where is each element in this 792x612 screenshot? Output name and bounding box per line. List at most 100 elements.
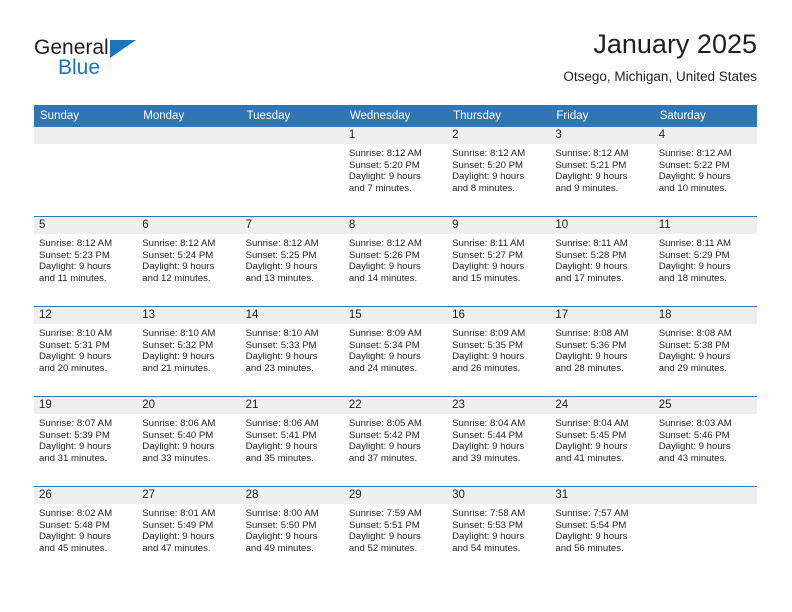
sun-info: Sunrise: 8:12 AM Sunset: 5:21 PM Daylight:…: [550, 144, 653, 194]
daylight-duration-line1: Daylight: 9 hours: [245, 351, 318, 363]
sun-info: Sunrise: 8:11 AM Sunset: 5:29 PM Daylight:…: [654, 234, 757, 284]
calendar-day-cell[interactable]: 10 Sunrise: 8:11 AM Sunset: 5:28 PM Dayligh…: [550, 216, 654, 307]
calendar-day-cell[interactable]: 27 Sunrise: 8:01 AM Sunset: 5:49 PM Dayligh…: [137, 486, 241, 576]
daylight-duration-line1: Daylight: 9 hours: [452, 441, 525, 453]
sunrise-time: Sunrise: 8:11 AM: [555, 238, 628, 249]
day-cell-content: 25 Sunrise: 8:03 AM Sunset: 5:46 PM Dayligh…: [653, 397, 757, 486]
day-cell-content: 1 Sunrise: 8:12 AM Sunset: 5:20 PM Daylight…: [343, 127, 448, 216]
calendar-day-cell[interactable]: 13 Sunrise: 8:10 AM Sunset: 5:32 PM Dayligh…: [137, 306, 241, 397]
calendar-day-cell: [653, 486, 757, 576]
calendar-day-cell[interactable]: 18 Sunrise: 8:08 AM Sunset: 5:38 PM Dayligh…: [653, 306, 757, 397]
sunrise-time: Sunrise: 8:06 AM: [245, 418, 319, 429]
calendar-day-cell[interactable]: 12 Sunrise: 8:10 AM Sunset: 5:31 PM Dayligh…: [34, 306, 138, 397]
day-cell-content: 10 Sunrise: 8:11 AM Sunset: 5:28 PM Dayligh…: [550, 217, 654, 306]
calendar-day-cell[interactable]: 24 Sunrise: 8:04 AM Sunset: 5:45 PM Dayligh…: [550, 396, 654, 487]
day-number: 3: [550, 127, 654, 144]
sun-info: Sunrise: 8:12 AM Sunset: 5:25 PM Daylight:…: [241, 234, 344, 284]
calendar-day-cell[interactable]: 22 Sunrise: 8:05 AM Sunset: 5:42 PM Dayligh…: [343, 396, 448, 487]
calendar-day-cell[interactable]: 6 Sunrise: 8:12 AM Sunset: 5:24 PM Daylight…: [137, 216, 241, 307]
sun-info: Sunrise: 8:12 AM Sunset: 5:20 PM Daylight:…: [447, 144, 550, 194]
daylight-duration-line1: Daylight: 9 hours: [348, 441, 421, 453]
sunset-time: Sunset: 5:25 PM: [245, 249, 317, 261]
sunset-time: Sunset: 5:41 PM: [245, 429, 317, 441]
sunrise-time: Sunrise: 8:04 AM: [555, 418, 629, 429]
calendar-day-cell[interactable]: 7 Sunrise: 8:12 AM Sunset: 5:25 PM Daylight…: [240, 216, 344, 307]
weekday-header-thursday: Thursday: [447, 105, 551, 127]
daylight-duration-line2: and 35 minutes.: [245, 452, 314, 464]
calendar-day-cell[interactable]: 23 Sunrise: 8:04 AM Sunset: 5:44 PM Dayligh…: [447, 396, 551, 487]
day-number: 18: [653, 307, 757, 324]
day-number: 29: [343, 487, 448, 504]
calendar-day-cell[interactable]: 29 Sunrise: 7:59 AM Sunset: 5:51 PM Dayligh…: [343, 486, 448, 576]
daylight-duration-line1: Daylight: 9 hours: [245, 441, 318, 453]
day-number: 14: [240, 307, 344, 324]
general-blue-logo[interactable]: General Blue: [34, 36, 234, 92]
calendar-day-cell[interactable]: 4 Sunrise: 8:12 AM Sunset: 5:22 PM Daylight…: [653, 127, 757, 217]
calendar-day-cell[interactable]: 11 Sunrise: 8:11 AM Sunset: 5:29 PM Dayligh…: [653, 216, 757, 307]
sun-info: Sunrise: 7:57 AM Sunset: 5:54 PM Daylight:…: [550, 504, 653, 554]
day-number: 7: [240, 217, 344, 234]
day-cell-content: [137, 127, 241, 216]
calendar-day-cell[interactable]: 28 Sunrise: 8:00 AM Sunset: 5:50 PM Dayligh…: [240, 486, 344, 576]
day-number: 20: [137, 397, 241, 414]
day-cell-content: 18 Sunrise: 8:08 AM Sunset: 5:38 PM Dayligh…: [653, 307, 757, 396]
day-cell-content: 3 Sunrise: 8:12 AM Sunset: 5:21 PM Daylight…: [550, 127, 654, 216]
daylight-duration-line2: and 9 minutes.: [555, 182, 619, 194]
sun-info: Sunrise: 8:03 AM Sunset: 5:46 PM Daylight:…: [654, 414, 757, 464]
calendar-day-cell[interactable]: 21 Sunrise: 8:06 AM Sunset: 5:41 PM Dayligh…: [240, 396, 344, 487]
day-number: 9: [447, 217, 551, 234]
page-header: General Blue January 2025 Otsego, Michig…: [34, 28, 757, 98]
calendar-day-cell[interactable]: 9 Sunrise: 8:11 AM Sunset: 5:27 PM Daylight…: [447, 216, 551, 307]
calendar-day-cell[interactable]: 25 Sunrise: 8:03 AM Sunset: 5:46 PM Dayligh…: [653, 396, 757, 487]
sunset-time: Sunset: 5:54 PM: [555, 519, 627, 531]
daylight-duration-line1: Daylight: 9 hours: [348, 261, 421, 273]
day-cell-content: [653, 487, 757, 576]
sun-info: Sunrise: 8:09 AM Sunset: 5:35 PM Daylight:…: [447, 324, 550, 374]
calendar-day-cell[interactable]: 14 Sunrise: 8:10 AM Sunset: 5:33 PM Dayligh…: [240, 306, 344, 397]
logo-text-blue: Blue: [58, 56, 101, 79]
day-cell-content: 22 Sunrise: 8:05 AM Sunset: 5:42 PM Dayligh…: [343, 397, 448, 486]
calendar-day-cell[interactable]: 26 Sunrise: 8:02 AM Sunset: 5:48 PM Dayligh…: [34, 486, 138, 576]
sunset-time: Sunset: 5:40 PM: [142, 429, 214, 441]
calendar-day-cell[interactable]: 19 Sunrise: 8:07 AM Sunset: 5:39 PM Dayligh…: [34, 396, 138, 487]
daylight-duration-line1: Daylight: 9 hours: [245, 531, 318, 543]
daylight-duration-line2: and 7 minutes.: [348, 182, 412, 194]
calendar-day-cell[interactable]: 16 Sunrise: 8:09 AM Sunset: 5:35 PM Dayligh…: [447, 306, 551, 397]
calendar-day-cell[interactable]: 30 Sunrise: 7:58 AM Sunset: 5:53 PM Dayligh…: [447, 486, 551, 576]
sunrise-time: Sunrise: 8:12 AM: [555, 148, 629, 159]
day-number: 30: [447, 487, 551, 504]
daylight-duration-line1: Daylight: 9 hours: [452, 261, 525, 273]
calendar-day-cell[interactable]: 3 Sunrise: 8:12 AM Sunset: 5:21 PM Daylight…: [550, 127, 654, 217]
sunset-time: Sunset: 5:46 PM: [658, 429, 730, 441]
sun-info: Sunrise: 8:09 AM Sunset: 5:34 PM Daylight:…: [344, 324, 447, 374]
weekday-header-wednesday: Wednesday: [343, 105, 448, 127]
day-cell-content: 29 Sunrise: 7:59 AM Sunset: 5:51 PM Dayligh…: [343, 487, 448, 576]
day-cell-content: 9 Sunrise: 8:11 AM Sunset: 5:27 PM Daylight…: [447, 217, 551, 306]
calendar-day-cell[interactable]: 2 Sunrise: 8:12 AM Sunset: 5:20 PM Daylight…: [447, 127, 551, 217]
calendar-day-cell[interactable]: 15 Sunrise: 8:09 AM Sunset: 5:34 PM Dayligh…: [343, 306, 448, 397]
daylight-duration-line2: and 52 minutes.: [348, 542, 418, 554]
daylight-duration-line2: and 20 minutes.: [39, 362, 108, 374]
calendar-day-cell[interactable]: 8 Sunrise: 8:12 AM Sunset: 5:26 PM Daylight…: [343, 216, 448, 307]
sunset-time: Sunset: 5:26 PM: [348, 249, 420, 261]
calendar-day-cell[interactable]: 31 Sunrise: 7:57 AM Sunset: 5:54 PM Dayligh…: [550, 486, 654, 576]
sunrise-time: Sunrise: 8:12 AM: [245, 238, 319, 249]
sunrise-time: Sunrise: 8:00 AM: [245, 508, 319, 519]
sunrise-time: Sunrise: 8:07 AM: [39, 418, 113, 429]
calendar-day-cell[interactable]: 17 Sunrise: 8:08 AM Sunset: 5:36 PM Dayligh…: [550, 306, 654, 397]
day-cell-content: 14 Sunrise: 8:10 AM Sunset: 5:33 PM Dayligh…: [240, 307, 344, 396]
daylight-duration-line2: and 10 minutes.: [658, 182, 727, 194]
sun-info: Sunrise: 8:06 AM Sunset: 5:40 PM Daylight:…: [137, 414, 240, 464]
daylight-duration-line1: Daylight: 9 hours: [555, 261, 628, 273]
calendar-day-cell[interactable]: 20 Sunrise: 8:06 AM Sunset: 5:40 PM Dayligh…: [137, 396, 241, 487]
daylight-duration-line1: Daylight: 9 hours: [658, 441, 731, 453]
sunset-time: Sunset: 5:34 PM: [348, 339, 420, 351]
calendar-day-cell[interactable]: 5 Sunrise: 8:12 AM Sunset: 5:23 PM Daylight…: [34, 216, 138, 307]
sunrise-time: Sunrise: 8:10 AM: [142, 328, 216, 339]
sunset-time: Sunset: 5:44 PM: [452, 429, 524, 441]
sun-info: Sunrise: 8:08 AM Sunset: 5:36 PM Daylight:…: [550, 324, 653, 374]
daylight-duration-line2: and 43 minutes.: [658, 452, 727, 464]
daylight-duration-line1: Daylight: 9 hours: [555, 351, 628, 363]
calendar-day-cell[interactable]: 1 Sunrise: 8:12 AM Sunset: 5:20 PM Daylight…: [343, 127, 448, 217]
sunset-time: Sunset: 5:23 PM: [39, 249, 110, 261]
